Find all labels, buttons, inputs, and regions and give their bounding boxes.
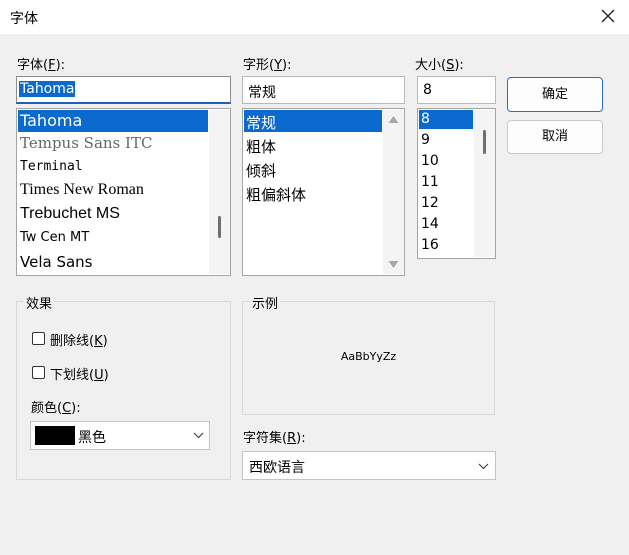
style-list-item[interactable]: 粗体 [246,136,276,157]
font-list-item[interactable]: Times New Roman [20,181,144,199]
size-list-scrollbar[interactable] [474,110,495,257]
cancel-button[interactable]: 取消 [507,120,603,154]
font-list-scrollbar[interactable] [209,110,230,274]
charset-label: 字符集(R): [243,431,306,446]
size-list-item[interactable]: 12 [421,195,439,211]
ok-button[interactable]: 确定 [507,77,603,112]
close-icon [601,9,615,23]
font-name-input[interactable]: Tahoma [16,76,231,104]
font-list-item[interactable]: Tempus Sans ITC [20,134,152,152]
close-button[interactable] [597,5,619,27]
size-list-item[interactable]: 8 [421,111,430,127]
font-size-value: 8 [423,82,432,98]
font-style-value: 常规 [248,85,276,101]
font-label: 字体(F): [17,58,66,73]
strikeout-checkbox[interactable] [32,332,45,345]
effects-group-title: 效果 [24,293,55,312]
size-list-item[interactable]: 16 [421,237,439,253]
font-list-item[interactable]: Terminal [20,159,83,174]
title-bar [0,0,629,34]
color-label: 颜色(C): [31,401,81,416]
underline-checkbox[interactable] [32,366,45,379]
size-list-item[interactable]: 14 [421,216,439,232]
color-swatch [35,426,75,445]
style-label: 字形(Y): [243,58,292,73]
font-list-scrollbar-thumb[interactable] [218,216,221,238]
scroll-down-arrow-icon[interactable] [388,260,399,269]
font-size-input[interactable]: 8 [417,76,496,104]
font-list-item[interactable]: Vela Sans [20,253,93,271]
charset-dropdown[interactable]: 西欧语言 [242,451,496,480]
color-value: 黑色 [78,430,106,446]
font-list-item[interactable]: Tahoma [20,111,82,130]
underline-label[interactable]: 下划线(U) [50,364,109,383]
size-list-scrollbar-thumb[interactable] [483,130,486,154]
style-list-scrollbar[interactable] [383,110,404,274]
strikeout-label[interactable]: 删除线(K) [50,330,108,349]
color-dropdown[interactable]: 黑色 [30,421,210,450]
size-list-item[interactable]: 9 [421,132,430,148]
size-list-item[interactable]: 10 [421,153,439,169]
sample-text: AaBbYyZz [340,350,397,363]
size-label: 大小(S): [415,58,464,73]
font-list[interactable]: Tahoma Tempus Sans ITC Terminal Times Ne… [16,108,231,276]
size-list[interactable]: 8 9 10 11 12 14 16 [417,108,496,259]
font-list-item[interactable]: Trebuchet MS [20,205,120,223]
font-list-item[interactable]: Tw Cen MT [20,230,89,245]
window-title: 字体 [10,11,38,27]
charset-value: 西欧语言 [249,460,305,476]
effects-group [16,301,231,480]
sample-group-title: 示例 [250,293,281,312]
style-list-item[interactable]: 粗偏斜体 [246,184,306,205]
chevron-down-icon [193,432,204,439]
chevron-down-icon [478,463,489,470]
font-name-value: Tahoma [19,81,76,97]
style-list[interactable]: 常规 粗体 倾斜 粗偏斜体 [242,108,405,276]
style-list-item[interactable]: 常规 [246,112,276,133]
size-list-item[interactable]: 11 [421,174,439,190]
scroll-up-arrow-icon[interactable] [388,115,399,124]
style-list-item[interactable]: 倾斜 [246,160,276,181]
font-style-input[interactable]: 常规 [242,76,405,104]
